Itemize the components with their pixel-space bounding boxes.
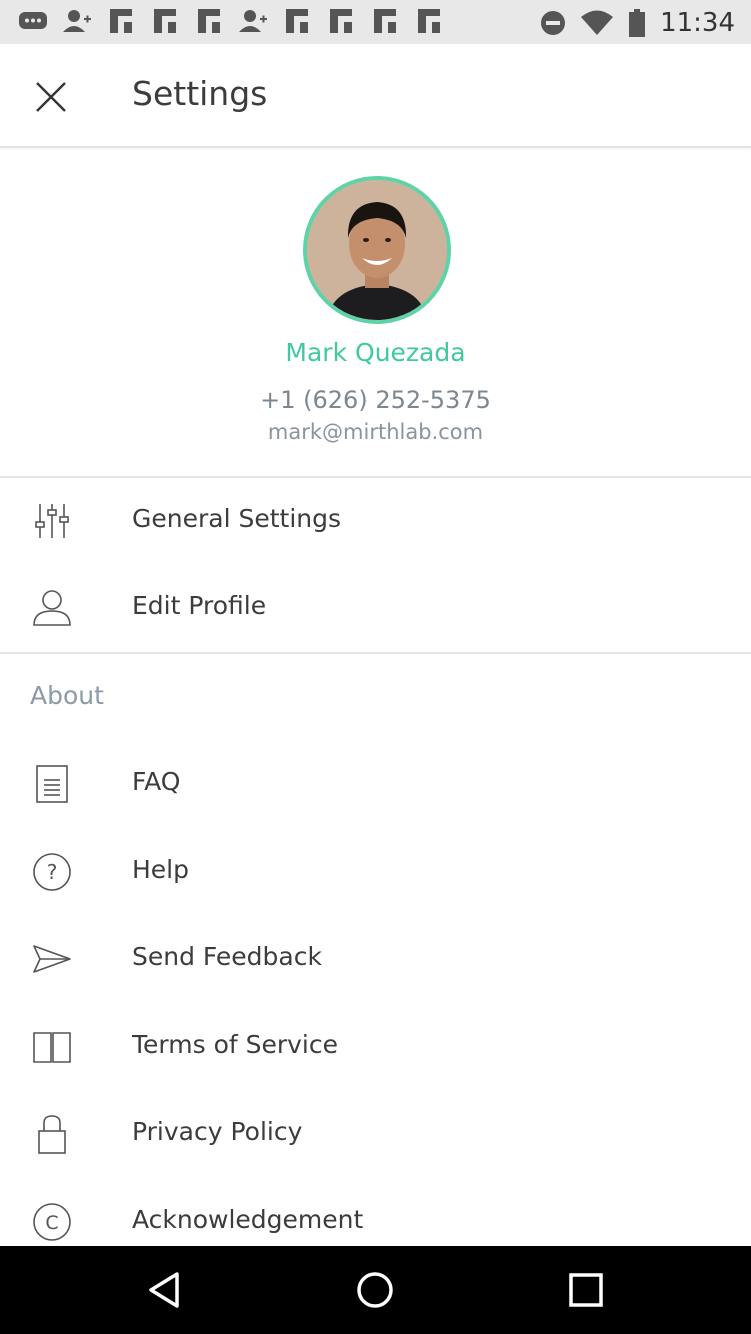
notification-icons <box>18 8 444 34</box>
avatar[interactable] <box>303 176 451 324</box>
flipboard-icon <box>154 9 176 33</box>
clock: 11:34 <box>660 8 735 38</box>
menu-item-label: Edit Profile <box>132 591 267 620</box>
send-icon <box>33 945 71 973</box>
lock-icon <box>38 1115 66 1154</box>
avatar-photo <box>307 180 447 320</box>
sliders-icon <box>35 504 69 538</box>
add-person-icon <box>239 10 267 32</box>
flipboard-icon <box>330 9 352 33</box>
menu-item-general-settings[interactable]: General Settings <box>0 478 751 565</box>
book-icon <box>33 1032 71 1063</box>
messages-icon <box>19 12 47 29</box>
profile-section: Mark Quezada +1 (626) 252-5375 mark@mirt… <box>0 148 751 478</box>
wifi-icon <box>581 10 614 35</box>
navigation-bar <box>0 1246 751 1334</box>
menu-item-label: Terms of Service <box>132 1030 339 1059</box>
do-not-disturb-icon <box>541 11 566 35</box>
menu-item-label: Privacy Policy <box>132 1117 303 1146</box>
menu-item-label: Send Feedback <box>132 942 322 971</box>
profile-email: mark@mirthlab.com <box>267 420 484 444</box>
menu-item-label: Help <box>132 855 189 884</box>
menu-item-label: Acknowledgement <box>132 1205 364 1234</box>
flipboard-icon <box>286 9 308 33</box>
flipboard-icon <box>198 9 220 33</box>
menu-item-edit-profile[interactable]: Edit Profile <box>0 565 751 652</box>
flipboard-icon <box>374 9 396 33</box>
close-icon[interactable] <box>30 76 72 118</box>
home-icon[interactable] <box>351 1266 399 1314</box>
svg-text:C: C <box>45 1212 58 1234</box>
profile-phone: +1 (626) 252-5375 <box>260 386 491 414</box>
menu-item-privacy-policy[interactable]: Privacy Policy <box>0 1091 751 1178</box>
user-icon <box>33 590 71 626</box>
system-icons: 11:34 <box>540 8 735 38</box>
menu-item-faq[interactable]: FAQ <box>0 741 751 828</box>
menu-item-send-feedback[interactable]: Send Feedback <box>0 916 751 1003</box>
page-title: Settings <box>132 74 268 113</box>
menu-item-label: FAQ <box>132 767 181 796</box>
app-bar: Settings <box>0 44 751 148</box>
menu-item-terms-of-service[interactable]: Terms of Service <box>0 1004 751 1091</box>
document-icon <box>36 765 68 803</box>
profile-name: Mark Quezada <box>285 338 466 367</box>
flipboard-icon <box>110 9 132 33</box>
add-person-icon <box>63 10 91 32</box>
help-icon: ? <box>33 853 71 891</box>
flipboard-icon <box>418 9 440 33</box>
menu-item-help[interactable]: ? Help <box>0 829 751 916</box>
copyright-icon: C <box>33 1203 71 1241</box>
recents-icon[interactable] <box>562 1266 610 1314</box>
divider <box>0 652 751 654</box>
menu-item-label: General Settings <box>132 504 342 533</box>
battery-icon <box>629 9 646 37</box>
back-icon[interactable] <box>141 1266 189 1314</box>
status-bar: 11:34 <box>0 0 751 44</box>
svg-text:?: ? <box>47 860 58 884</box>
section-title-about: About <box>30 681 104 710</box>
